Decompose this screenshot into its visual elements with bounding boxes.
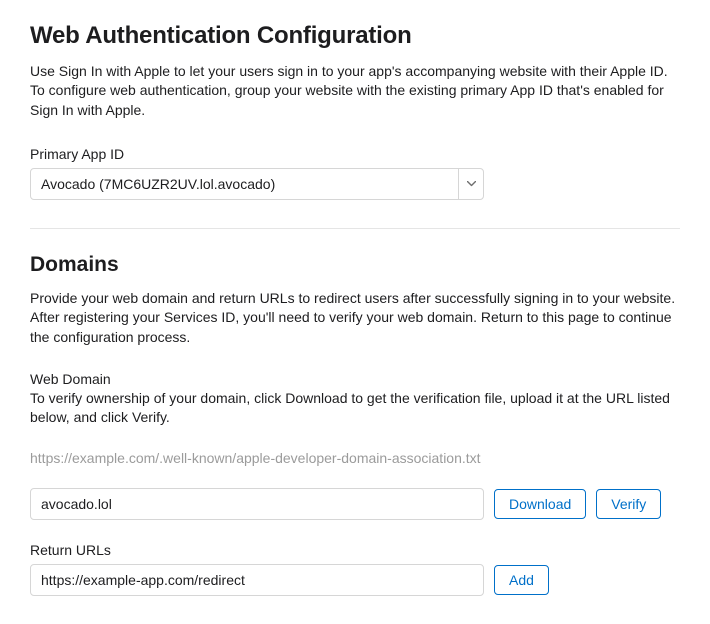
page-intro: Use Sign In with Apple to let your users…: [30, 62, 680, 120]
primary-app-id-label: Primary App ID: [30, 146, 680, 162]
verify-button[interactable]: Verify: [596, 489, 661, 519]
download-button[interactable]: Download: [494, 489, 586, 519]
domains-heading: Domains: [30, 253, 680, 277]
web-domain-helper: To verify ownership of your domain, clic…: [30, 389, 680, 428]
page-title: Web Authentication Configuration: [30, 22, 680, 50]
add-button[interactable]: Add: [494, 565, 549, 595]
primary-app-id-value: Avocado (7MC6UZR2UV.lol.avocado): [41, 176, 275, 192]
return-urls-label: Return URLs: [30, 542, 680, 558]
web-domain-label: Web Domain: [30, 371, 680, 387]
primary-app-id-select[interactable]: Avocado (7MC6UZR2UV.lol.avocado): [30, 168, 484, 200]
domain-association-url: https://example.com/.well-known/apple-de…: [30, 450, 680, 466]
domains-description: Provide your web domain and return URLs …: [30, 289, 680, 347]
return-url-input[interactable]: [30, 564, 484, 596]
section-divider: [30, 228, 680, 229]
web-domain-input[interactable]: [30, 488, 484, 520]
